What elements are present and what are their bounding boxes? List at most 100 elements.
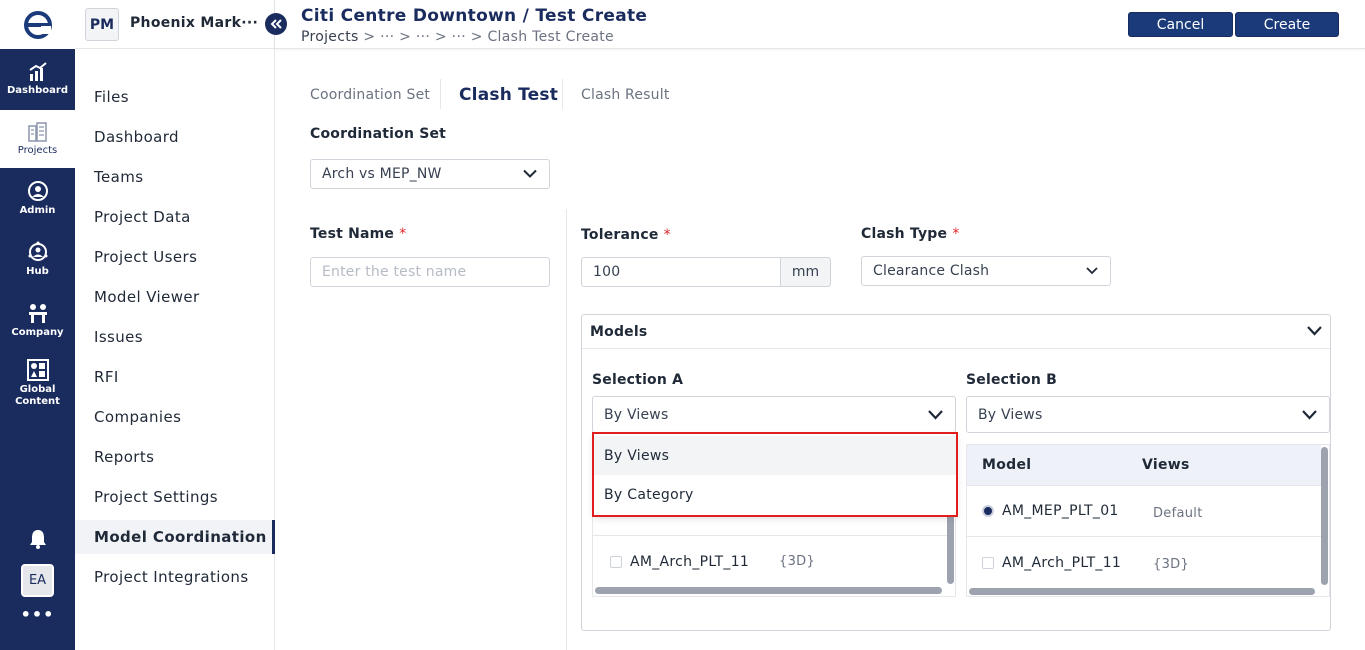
horizontal-scrollbar[interactable] [595,587,942,594]
clash-type-value: Clearance Clash [873,263,990,279]
create-button[interactable]: Create [1235,12,1339,37]
chevron-down-icon [1302,409,1317,420]
project-header: PM Phoenix Mark··· [75,0,275,49]
rail-item-label: Hub [26,266,49,277]
dropdown-option-by-category[interactable]: By Category [594,475,956,514]
chevron-down-icon [928,409,943,420]
model-name: AM_Arch_PLT_11 [630,553,750,570]
user-avatar[interactable]: EA [21,564,54,597]
app-rail: Dashboard Projects Admin Hub Company Glo… [0,0,75,650]
required-asterisk: * [663,227,671,243]
e-logo-icon [23,10,52,39]
notifications-button[interactable] [0,529,75,549]
tab-clash-result[interactable]: Clash Result [581,82,670,108]
row-checkbox[interactable] [982,556,994,569]
table-row[interactable]: AM_MEP_PLT_01 Default [967,486,1321,537]
sidebar-item-model-coordination[interactable]: Model Coordination [75,520,275,554]
selection-a-label: Selection A [592,372,684,388]
coordination-set-label: Coordination Set [310,126,447,142]
sidebar-item-project-settings[interactable]: Project Settings [75,480,275,514]
top-header: Citi Centre Downtown / Test Create Proje… [275,0,1365,49]
models-title: Models [590,324,648,340]
sidebar-item-project-integrations[interactable]: Project Integrations [75,560,275,594]
sidebar-item-teams[interactable]: Teams [75,160,275,194]
collapse-sidebar-button[interactable] [265,13,287,35]
tab-divider [440,79,441,109]
chevron-down-icon [523,169,537,178]
double-chevron-left-icon [270,19,282,29]
table-row[interactable]: AM_Arch_PLT_11 {3D} [593,536,947,587]
rail-item-company[interactable]: Company [0,290,75,351]
dropdown-option-by-views[interactable]: By Views [594,436,956,475]
project-badge[interactable]: PM [85,8,119,41]
tab-coordination-set[interactable]: Coordination Set [310,82,430,108]
tolerance-label-text: Tolerance [581,227,659,243]
column-header-model[interactable]: Model [982,445,1031,485]
test-name-input[interactable]: Enter the test name [310,257,550,287]
table-row[interactable]: AM_Arch_PLT_11 {3D} [967,537,1321,588]
sidebar-item-project-data[interactable]: Project Data [75,200,275,234]
more-options-button[interactable]: ••• [0,605,75,624]
rail-item-dashboard[interactable]: Dashboard [0,49,75,110]
vertical-scrollbar[interactable] [1321,447,1328,585]
selection-a-select[interactable]: By Views [592,396,956,433]
model-name: AM_MEP_PLT_01 [1002,503,1119,519]
sidebar-item-project-users[interactable]: Project Users [75,240,275,274]
buildings-icon [27,121,47,142]
coordination-set-select[interactable]: Arch vs MEP_NW [310,159,550,189]
rail-item-label: Dashboard [7,85,68,96]
required-asterisk: * [399,226,407,242]
sidebar-item-reports[interactable]: Reports [75,440,275,474]
tolerance-input[interactable]: 100 [581,257,781,287]
models-panel-header[interactable]: Models [582,315,1330,349]
sidebar-item-dashboard[interactable]: Dashboard [75,120,275,154]
breadcrumb-projects-link[interactable]: Projects [301,29,359,45]
shapes-icon [26,358,49,381]
project-name[interactable]: Phoenix Mark··· [130,15,258,31]
ellipsis-icon: ••• [20,605,55,624]
row-checkbox-checked[interactable] [982,505,994,517]
selection-b-select[interactable]: By Views [966,396,1330,433]
horizontal-scrollbar[interactable] [969,588,1315,595]
row-checkbox[interactable] [610,555,622,568]
selection-b-label: Selection B [966,372,1057,388]
column-header-views[interactable]: Views [1142,445,1190,485]
model-name: AM_Arch_PLT_11 [1002,554,1122,571]
clash-type-select[interactable]: Clearance Clash [861,256,1111,286]
model-cell: AM_Arch_PLT_11 [610,536,749,587]
tolerance-label: Tolerance * [581,227,671,243]
view-cell: Default [1153,505,1203,521]
cancel-button[interactable]: Cancel [1128,12,1233,37]
selection-a-dropdown: By Views By Category [594,434,956,515]
bell-icon [29,530,46,549]
tolerance-value: 100 [593,264,621,280]
test-name-placeholder: Enter the test name [322,264,467,280]
rail-item-label: Global Content [15,383,60,407]
sidebar-item-issues[interactable]: Issues [75,320,275,354]
required-asterisk: * [952,226,960,242]
project-sidebar: PM Phoenix Mark··· Files Dashboard Teams… [75,0,275,650]
form-divider [566,209,567,650]
rail-item-hub[interactable]: Hub [0,229,75,290]
network-icon [28,241,47,261]
table-header: Model Views [967,445,1321,486]
rail-item-global-content[interactable]: Global Content [0,351,75,415]
selection-b-table: Model Views AM_MEP_PLT_01 Default AM_Arc… [966,444,1330,597]
rail-item-admin[interactable]: Admin [0,168,75,229]
test-name-label-text: Test Name [310,226,395,242]
bar-chart-icon [28,62,47,81]
view-cell: {3D} [779,554,816,569]
test-name-label: Test Name * [310,226,406,242]
user-circle-icon [27,181,48,201]
coordination-set-value: Arch vs MEP_NW [322,166,442,182]
app-logo[interactable] [0,0,75,49]
sidebar-item-rfi[interactable]: RFI [75,360,275,394]
sidebar-item-companies[interactable]: Companies [75,400,275,434]
view-cell: {3D} [1153,557,1190,572]
chevron-down-icon [1086,267,1098,275]
clash-type-label-text: Clash Type [861,226,948,242]
sidebar-item-files[interactable]: Files [75,80,275,114]
tab-clash-test[interactable]: Clash Test [459,82,558,108]
sidebar-item-model-viewer[interactable]: Model Viewer [75,280,275,314]
rail-item-projects[interactable]: Projects [0,110,75,168]
